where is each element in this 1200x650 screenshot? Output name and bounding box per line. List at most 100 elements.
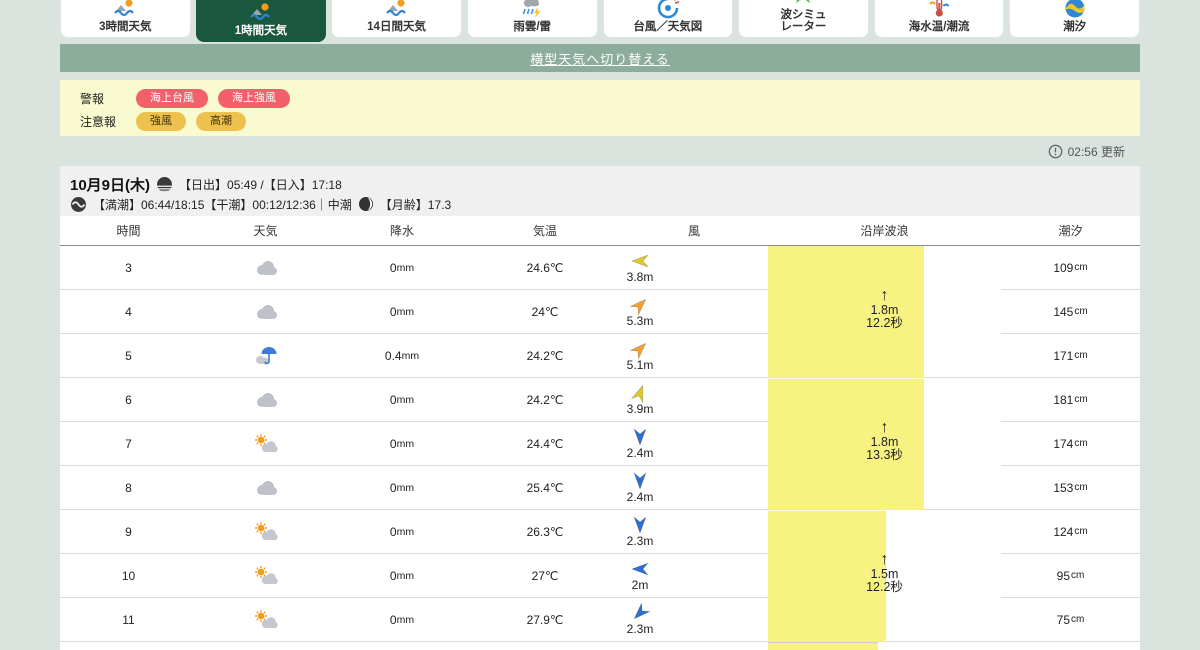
wind-direction-arrow-icon: 5.3m xyxy=(620,295,660,328)
hour-cell: 3 xyxy=(60,246,197,290)
tide-unit: cm xyxy=(1071,570,1085,581)
table-header: 時間 天気 降水 気温 風 沿岸波浪 潮汐 xyxy=(60,216,1140,246)
tab-item-7[interactable]: 海水温/潮流 xyxy=(873,0,1005,38)
tab-item-3[interactable]: 14日間天気 xyxy=(331,0,462,38)
precip-unit: mm xyxy=(401,349,420,362)
tab-label: 潮汐 xyxy=(1063,21,1087,33)
wind-direction-arrow-icon: 3.9m xyxy=(620,383,660,416)
precip-cell: 0 mm xyxy=(334,290,470,334)
sun-cloud-wave-icon xyxy=(113,0,137,20)
column-header: 天気 xyxy=(253,224,278,238)
table-row: 9 0 mm 26.3℃ 2.3m 124 cm xyxy=(60,510,1140,554)
switch-to-horizontal-link[interactable]: 横型天気へ切り替える xyxy=(530,49,670,68)
tide-unit: cm xyxy=(1074,306,1088,317)
precip-unit: mm xyxy=(396,261,415,274)
hour-cell: 11 xyxy=(60,598,197,642)
tab-item-8[interactable]: 潮汐 xyxy=(1009,0,1140,38)
tide-cell: 171 cm xyxy=(1001,334,1140,378)
tab-label: 14日間天気 xyxy=(367,21,426,33)
wind-direction-arrow-icon: 2.4m xyxy=(620,427,660,460)
temp-cell: 25.4℃ xyxy=(470,466,620,510)
temp-cell: 24℃ xyxy=(470,290,620,334)
wind-cell: 2.3m xyxy=(620,598,768,642)
precip-cell: 0.4 mm xyxy=(334,334,470,378)
hour-cell: 10 xyxy=(60,554,197,598)
precip-unit: mm xyxy=(396,393,415,406)
partly-sunny-icon xyxy=(253,609,279,631)
warning-pill[interactable]: 海上台風 xyxy=(136,89,208,108)
wind-speed: 2.3m xyxy=(626,622,654,636)
wind-speed: 2.4m xyxy=(626,446,654,460)
sunrise-sunset-text: 【日出】05:49 /【日入】17:18 xyxy=(179,177,342,192)
wind-speed: 2.3m xyxy=(626,534,654,548)
column-header: 気温 xyxy=(532,224,557,238)
column-header: 沿岸波浪 xyxy=(860,224,909,238)
precip-cell: 0 mm xyxy=(334,378,470,422)
wind-cell: 3.8m xyxy=(620,246,768,290)
tab-label: 1時間天気 xyxy=(234,25,288,37)
tide-unit: cm xyxy=(1074,526,1088,537)
tide-wave-icon xyxy=(70,196,87,213)
warning-label: 警報 xyxy=(80,92,105,106)
tab-label: 台風／天気図 xyxy=(633,21,703,33)
wind-direction-arrow-icon: 3.8m xyxy=(620,251,660,284)
sun-cloud-wave-icon xyxy=(385,0,409,20)
wave-height-block xyxy=(768,642,878,650)
wave-cell xyxy=(768,334,1001,378)
precip-cell: 0 mm xyxy=(334,598,470,642)
tab-label: 雨雲/雷 xyxy=(513,21,552,33)
temp-cell: 27℃ xyxy=(470,554,620,598)
warning-pill[interactable]: 海上強風 xyxy=(218,89,290,108)
column-header: 風 xyxy=(687,224,700,238)
tide-cell: 153 cm xyxy=(1001,466,1140,510)
weather-cell xyxy=(197,246,334,290)
table-row: 4 0 mm 24℃ 5.3m 145 cm xyxy=(60,290,1140,334)
wave-cell xyxy=(768,378,1001,422)
rain-lightning-icon xyxy=(520,0,544,20)
precip-cell: 0 mm xyxy=(334,246,470,290)
precip-unit: mm xyxy=(396,613,415,626)
advisory-pill[interactable]: 強風 xyxy=(136,112,186,131)
wind-cell: 2.4m xyxy=(620,422,768,466)
advisory-pill[interactable]: 高潮 xyxy=(196,112,246,131)
tab-item-4[interactable]: 雨雲/雷 xyxy=(466,0,598,38)
wave-cell xyxy=(768,510,1001,554)
cloudy-icon xyxy=(253,478,279,498)
tab-item-2[interactable]: 1時間天気 xyxy=(195,0,327,42)
wind-cell: 5.3m xyxy=(620,290,768,334)
moon-age-text: 【月齢】17.3 xyxy=(379,197,452,212)
table-row: 8 0 mm 25.4℃ 2.4m 153 cm xyxy=(60,466,1140,510)
column-header: 潮汐 xyxy=(1058,224,1083,238)
wave-cell xyxy=(768,598,1001,642)
tide-cell: 95 cm xyxy=(1001,554,1140,598)
day-header-line1: 10月9日(木) 【日出】05:49 /【日入】17:18 xyxy=(70,174,1140,194)
tide-unit: cm xyxy=(1074,262,1088,273)
alert-circle-icon xyxy=(1048,144,1063,159)
weather-cell xyxy=(197,422,334,466)
table-row: 5 0.4 mm 24.2℃ 5.1m 171 cm xyxy=(60,334,1140,378)
sun-cloud-wave-icon xyxy=(249,0,273,24)
wind-cell: 2.4m xyxy=(620,466,768,510)
forecast-panel: 10月9日(木) 【日出】05:49 /【日入】17:18 【満潮】06:44/… xyxy=(60,166,1140,650)
wind-speed: 5.3m xyxy=(626,314,654,328)
wind-direction-arrow-icon: 5.1m xyxy=(620,339,660,372)
tide-unit: cm xyxy=(1074,482,1088,493)
wind-speed: 2.4m xyxy=(626,490,654,504)
tab-item-1[interactable]: 3時間天気 xyxy=(60,0,191,38)
tide-unit: cm xyxy=(1074,394,1088,405)
column-header: 降水 xyxy=(389,224,414,238)
date-title: 10月9日(木) xyxy=(70,176,151,194)
moon-phase-icon xyxy=(358,196,374,212)
temp-cell: 24.6℃ xyxy=(470,246,620,290)
precip-cell: 0 mm xyxy=(334,466,470,510)
tab-item-5[interactable]: 台風／天気図 xyxy=(602,0,734,38)
tide-cell: 174 cm xyxy=(1001,422,1140,466)
tab-item-6[interactable]: 波シミュ レーター xyxy=(738,0,869,38)
temp-cell: 27.9℃ xyxy=(470,598,620,642)
temp-cell: 26.3℃ xyxy=(470,510,620,554)
weather-cell xyxy=(197,466,334,510)
partly-sunny-icon xyxy=(253,433,279,455)
temp-cell: 24.2℃ xyxy=(470,378,620,422)
weather-cell xyxy=(197,290,334,334)
advisory-row: 注意報 強風 高潮 xyxy=(80,110,1140,133)
